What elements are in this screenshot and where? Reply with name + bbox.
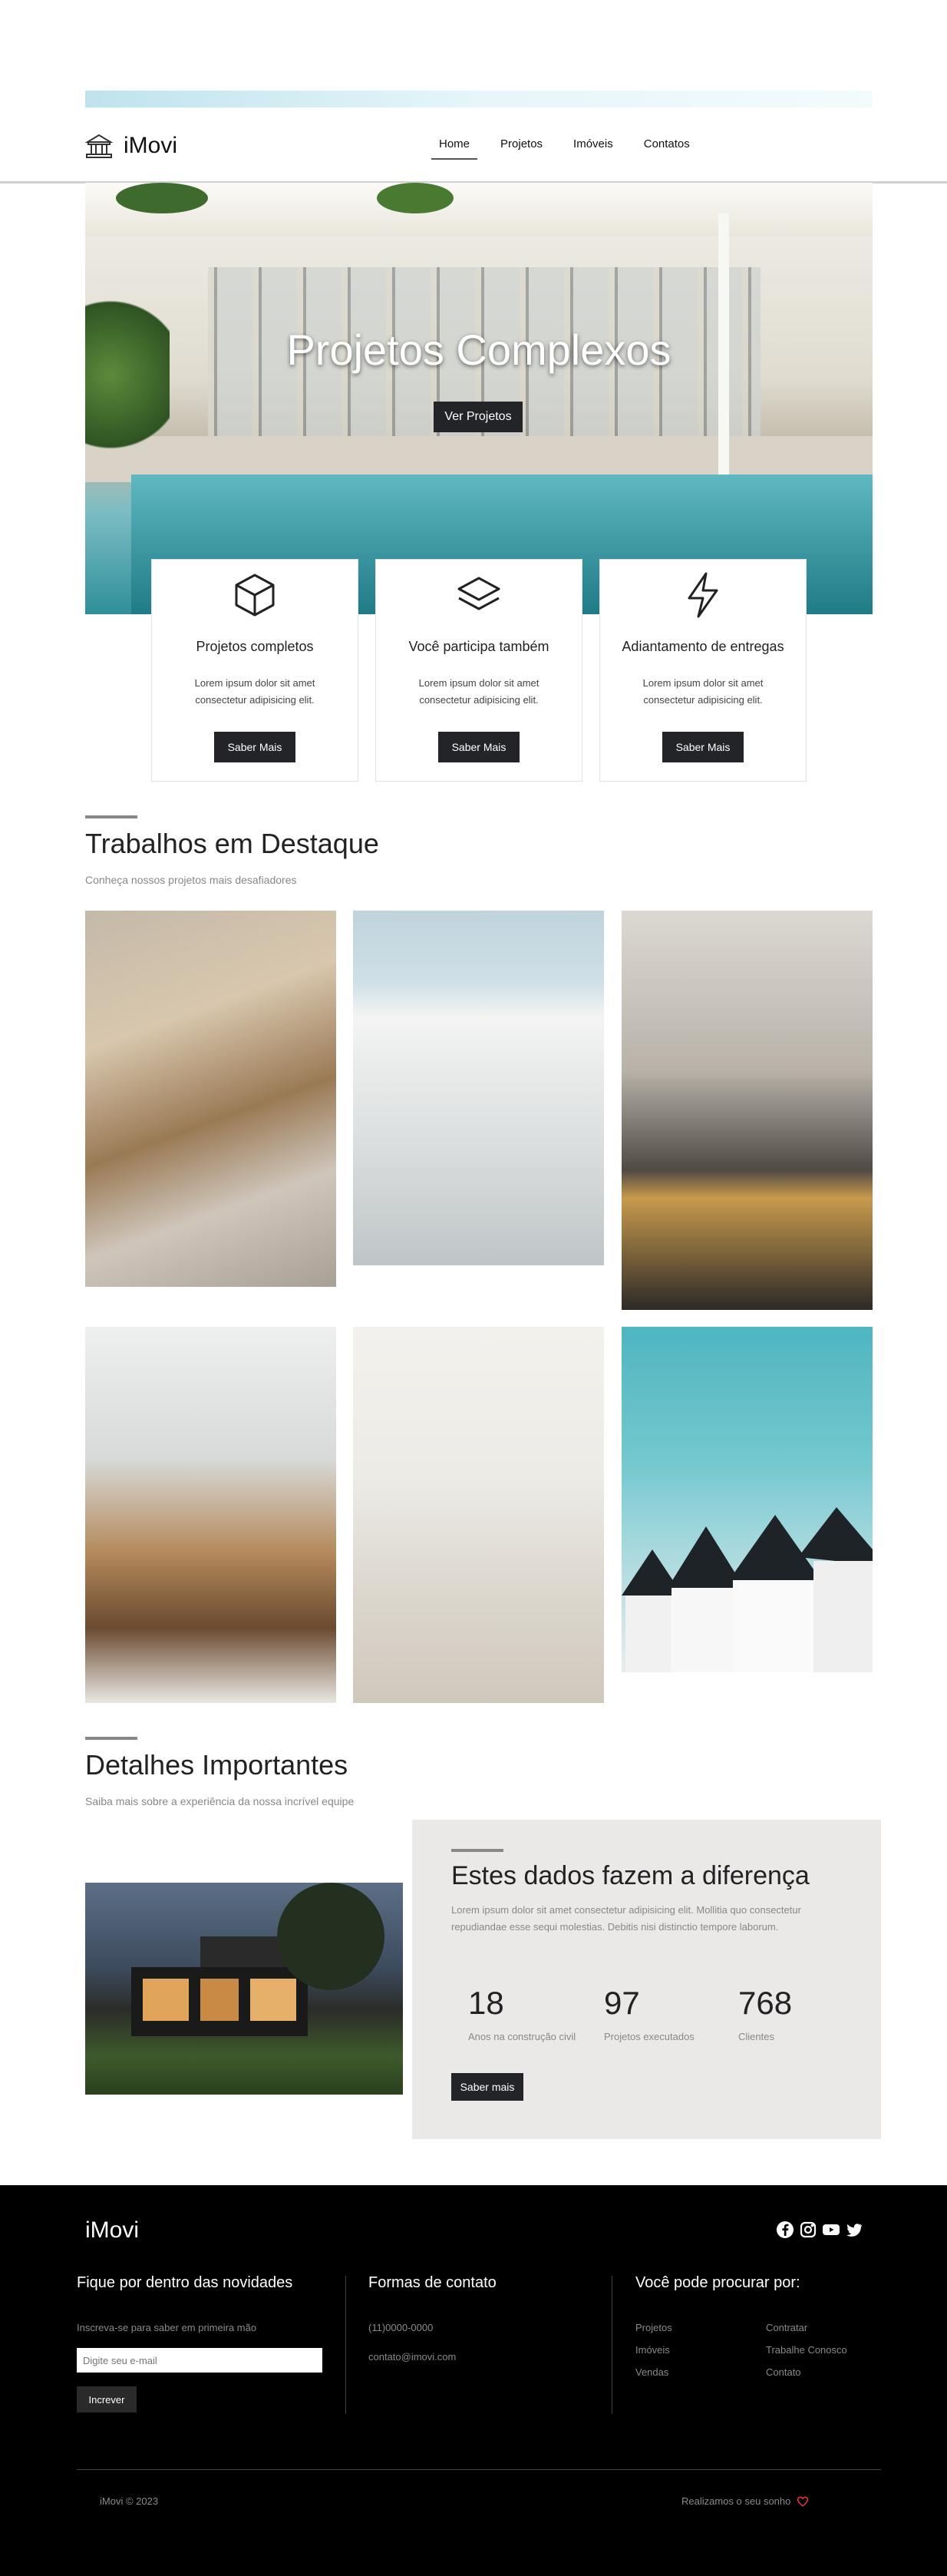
search-title: Você pode procurar por: bbox=[635, 2274, 800, 2291]
footer: iMovi Fique por dentro das novidades Ins… bbox=[0, 2185, 947, 2576]
panel-text: Lorem ipsum dolor sit amet consectetur a… bbox=[451, 1904, 801, 1933]
contact-title: Formas de contato bbox=[368, 2274, 497, 2291]
project-photo-hallway[interactable] bbox=[353, 1327, 604, 1703]
layers-icon bbox=[457, 577, 500, 610]
building-icon bbox=[85, 134, 113, 158]
stat-value: 18 bbox=[468, 1985, 504, 2021]
project-photo-staircase-living[interactable] bbox=[622, 911, 873, 1310]
social-links bbox=[776, 2221, 863, 2239]
footer-link-contratar[interactable]: Contratar bbox=[766, 2322, 807, 2333]
details-title: Detalhes Importantes bbox=[85, 1749, 348, 1781]
feature-card-3: Adiantamento de entregas Lorem ipsum dol… bbox=[599, 559, 807, 782]
project-photo-building[interactable] bbox=[353, 911, 604, 1265]
section-separator bbox=[85, 815, 137, 818]
brand-name: iMovi bbox=[124, 133, 178, 158]
stat-projects: 97 Projetos executados bbox=[604, 1985, 695, 2042]
saber-mais-panel-button[interactable]: Saber mais bbox=[451, 2073, 523, 2101]
newsletter-email-input[interactable] bbox=[77, 2348, 322, 2373]
feature-title: Adiantamento de entregas bbox=[622, 639, 784, 654]
subscribe-button[interactable]: Increver bbox=[77, 2386, 137, 2412]
feature-card-1: Projetos completos Lorem ipsum dolor sit… bbox=[151, 559, 358, 782]
nav-menu: Home Projetos Imóveis Contatos bbox=[431, 133, 698, 160]
project-photo-staircase[interactable] bbox=[85, 1327, 336, 1703]
contact-email[interactable]: contato@imovi.com bbox=[368, 2351, 456, 2363]
stat-label: Clientes bbox=[738, 2031, 774, 2042]
panel-title: Estes dados fazem a diferença bbox=[451, 1861, 810, 1890]
feature-title: Projetos completos bbox=[196, 639, 314, 654]
featured-subtitle: Conheça nossos projetos mais desafiadore… bbox=[85, 874, 297, 886]
footer-link-trabalhe-conosco[interactable]: Trabalhe Conosco bbox=[766, 2344, 847, 2356]
footer-link-contato[interactable]: Contato bbox=[766, 2366, 801, 2378]
stat-years: 18 Anos na construção civil bbox=[468, 1985, 576, 2042]
stat-value: 768 bbox=[738, 1985, 793, 2021]
rooftops-illustration bbox=[622, 1507, 873, 1672]
nav-item-home[interactable]: Home bbox=[431, 133, 478, 160]
footer-tagline: Realizamos o seu sonho bbox=[681, 2495, 809, 2507]
feature-text: Lorem ipsum dolor sit amet consectetur a… bbox=[642, 677, 764, 706]
section-separator bbox=[85, 1737, 137, 1740]
hero-banner: Projetos Complexos Ver Projetos bbox=[85, 183, 873, 614]
navbar: iMovi Home Projetos Imóveis Contatos bbox=[85, 115, 873, 177]
details-subtitle: Saiba mais sobre a experiência da nossa … bbox=[85, 1795, 355, 1807]
footer-link-vendas[interactable]: Vendas bbox=[635, 2366, 668, 2378]
facebook-icon[interactable] bbox=[776, 2221, 794, 2239]
copyright: iMovi © 2023 bbox=[100, 2495, 159, 2507]
feature-text: Lorem ipsum dolor sit amet consectetur a… bbox=[194, 677, 315, 706]
heart-icon bbox=[797, 2495, 809, 2507]
saber-mais-button[interactable]: Saber Mais bbox=[662, 732, 744, 762]
saber-mais-button[interactable]: Saber Mais bbox=[214, 732, 295, 762]
contact-phone[interactable]: (11)0000-0000 bbox=[368, 2322, 433, 2333]
brand-logo[interactable]: iMovi bbox=[85, 132, 177, 160]
cube-icon bbox=[235, 574, 275, 617]
project-photo-rooftops[interactable] bbox=[622, 1327, 873, 1672]
nav-item-imoveis[interactable]: Imóveis bbox=[566, 133, 621, 160]
instagram-icon[interactable] bbox=[799, 2221, 817, 2239]
footer-bottom-divider bbox=[77, 2469, 881, 2470]
hero-title: Projetos Complexos bbox=[286, 326, 671, 374]
nav-item-projetos[interactable]: Projetos bbox=[493, 133, 550, 160]
ver-projetos-button[interactable]: Ver Projetos bbox=[434, 402, 523, 432]
stat-label: Projetos executados bbox=[604, 2031, 695, 2042]
section-separator bbox=[451, 1849, 503, 1852]
nav-item-contatos[interactable]: Contatos bbox=[636, 133, 698, 160]
stat-value: 97 bbox=[604, 1985, 640, 2021]
top-banner-strip bbox=[85, 91, 873, 107]
feature-title: Você participa também bbox=[408, 639, 549, 654]
featured-title: Trabalhos em Destaque bbox=[85, 828, 379, 859]
newsletter-text: Inscreva-se para saber em primeira mão bbox=[77, 2322, 257, 2333]
footer-divider bbox=[345, 2276, 346, 2414]
stat-clients: 768 Clientes bbox=[738, 1985, 792, 2042]
lightning-icon bbox=[688, 572, 718, 618]
youtube-icon[interactable] bbox=[822, 2221, 840, 2239]
feature-text: Lorem ipsum dolor sit amet consectetur a… bbox=[418, 677, 539, 706]
footer-link-projetos[interactable]: Projetos bbox=[635, 2322, 672, 2333]
footer-link-imoveis[interactable]: Imóveis bbox=[635, 2344, 670, 2356]
saber-mais-button[interactable]: Saber Mais bbox=[438, 732, 520, 762]
stat-label: Anos na construção civil bbox=[468, 2031, 576, 2042]
modern-house-photo bbox=[85, 1883, 403, 2095]
footer-brand[interactable]: iMovi bbox=[85, 2217, 139, 2244]
feature-card-2: Você participa também Lorem ipsum dolor … bbox=[375, 559, 582, 782]
project-photo-kitchen[interactable] bbox=[85, 911, 336, 1287]
newsletter-title: Fique por dentro das novidades bbox=[77, 2274, 293, 2291]
twitter-icon[interactable] bbox=[845, 2221, 863, 2239]
tagline-text: Realizamos o seu sonho bbox=[681, 2495, 791, 2507]
